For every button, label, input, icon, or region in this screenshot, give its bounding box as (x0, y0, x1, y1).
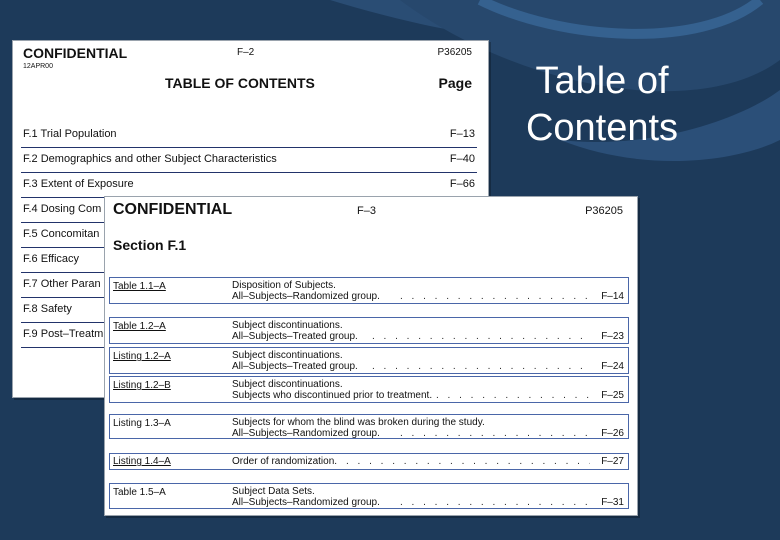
entry-title: Subject discontinuations. (232, 320, 343, 331)
toc-row[interactable]: F.3 Extent of Exposure F–66 (21, 173, 477, 198)
entry-title: Subject Data Sets. (232, 486, 315, 497)
entry-id: Listing 1.4–A (113, 456, 171, 467)
section-entry[interactable]: Listing 1.4–A Order of randomization. . … (109, 453, 629, 470)
entry-id: Listing 1.2–A (113, 351, 171, 362)
toc-row[interactable]: F.1 Trial Population F–13 (21, 123, 477, 148)
dot-leader: . . . . . . . . . . . . . . . . . . . . … (372, 361, 590, 372)
entry-title: Disposition of Subjects. (232, 280, 336, 291)
dot-leader: . . . . . . . . . . . . . . . . . . . . … (400, 291, 590, 302)
slide-title: Table of Contents (525, 60, 679, 149)
entry-title: Subjects for whom the blind was broken d… (232, 417, 485, 428)
toc-row-label: F.3 Extent of Exposure (23, 178, 134, 190)
section-document-page: CONFIDENTIAL F–3 P36205 Section F.1 Tabl… (104, 196, 638, 516)
toc-heading: TABLE OF CONTENTS (165, 75, 315, 91)
date-code: 12APR00 (23, 63, 53, 70)
section-entry[interactable]: Table 1.5–A Subject Data Sets. All–Subje… (109, 483, 629, 509)
toc-row-label: F.1 Trial Population (23, 128, 117, 140)
section-entry[interactable]: Table 1.2–A Subject discontinuations. Al… (109, 317, 629, 344)
entry-id: Table 1.1–A (113, 281, 166, 292)
page-label: F–3 (357, 205, 376, 217)
entry-page: F–26 (601, 428, 624, 439)
confidential-label: CONFIDENTIAL (23, 45, 128, 61)
section-entry[interactable]: Listing 1.2–A Subject discontinuations. … (109, 347, 629, 374)
page-column-header: Page (438, 75, 472, 91)
toc-row-label: F.8 Safety (23, 303, 72, 315)
section-entry[interactable]: Table 1.1–A Disposition of Subjects. All… (109, 277, 629, 304)
dot-leader: . . . . . . . . . . . . . . . . . . . . … (400, 428, 590, 439)
page-label: F–2 (237, 47, 255, 58)
entry-id: Listing 1.2–B (113, 380, 171, 391)
dot-leader: . . . . . . . . . . . . . . . . . . . . … (400, 497, 590, 508)
entry-subtitle: All–Subjects–Randomized group. (232, 497, 380, 508)
toc-row-label: F.2 Demographics and other Subject Chara… (23, 153, 277, 165)
entry-title: Subject discontinuations. (232, 350, 343, 361)
entry-subtitle: Order of randomization. (232, 456, 338, 467)
entry-page: F–14 (601, 291, 624, 302)
section-entry[interactable]: Listing 1.3–A Subjects for whom the blin… (109, 414, 629, 439)
toc-row[interactable]: F.2 Demographics and other Subject Chara… (21, 148, 477, 173)
toc-row-label: F.7 Other Paran (23, 278, 101, 290)
section-heading: Section F.1 (113, 237, 187, 253)
entry-subtitle: All–Subjects–Randomized group. (232, 428, 380, 439)
entry-title: Subject discontinuations. (232, 379, 343, 390)
dot-leader: . . . . . . . . . . . . . . . . . . . . (436, 390, 590, 401)
entry-subtitle: Subjects who discontinued prior to treat… (232, 390, 433, 401)
protocol-number: P36205 (585, 205, 623, 217)
entry-id: Table 1.5–A (113, 487, 166, 498)
entry-page: F–27 (601, 456, 624, 467)
entry-page: F–24 (601, 361, 624, 372)
entry-id: Table 1.2–A (113, 321, 166, 332)
section-entry[interactable]: Listing 1.2–B Subject discontinuations. … (109, 376, 629, 403)
toc-row-page: F–13 (449, 128, 475, 140)
entry-id: Listing 1.3–A (113, 418, 171, 429)
toc-row-label: F.9 Post–Treatm (23, 328, 104, 340)
toc-row-label: F.6 Efficacy (23, 253, 80, 265)
toc-row-label: F.4 Dosing Com (23, 203, 102, 215)
entry-page: F–25 (601, 390, 624, 401)
toc-row-page: F–66 (449, 178, 475, 190)
confidential-label: CONFIDENTIAL (113, 201, 233, 218)
entry-subtitle: All–Subjects–Treated group. (232, 331, 358, 342)
entry-subtitle: All–Subjects–Treated group. (232, 361, 358, 372)
dot-leader: . . . . . . . . . . . . . . . . . . . . … (372, 331, 590, 342)
entry-page: F–31 (601, 497, 624, 508)
dot-leader: . . . . . . . . . . . . . . . . . . . . … (346, 456, 590, 467)
entry-page: F–23 (601, 331, 624, 342)
entry-subtitle: All–Subjects–Randomized group. (232, 291, 380, 302)
toc-row-label: F.5 Concomitan (23, 228, 100, 240)
protocol-number: P36205 (437, 47, 472, 58)
toc-row-page: F–40 (449, 153, 475, 165)
